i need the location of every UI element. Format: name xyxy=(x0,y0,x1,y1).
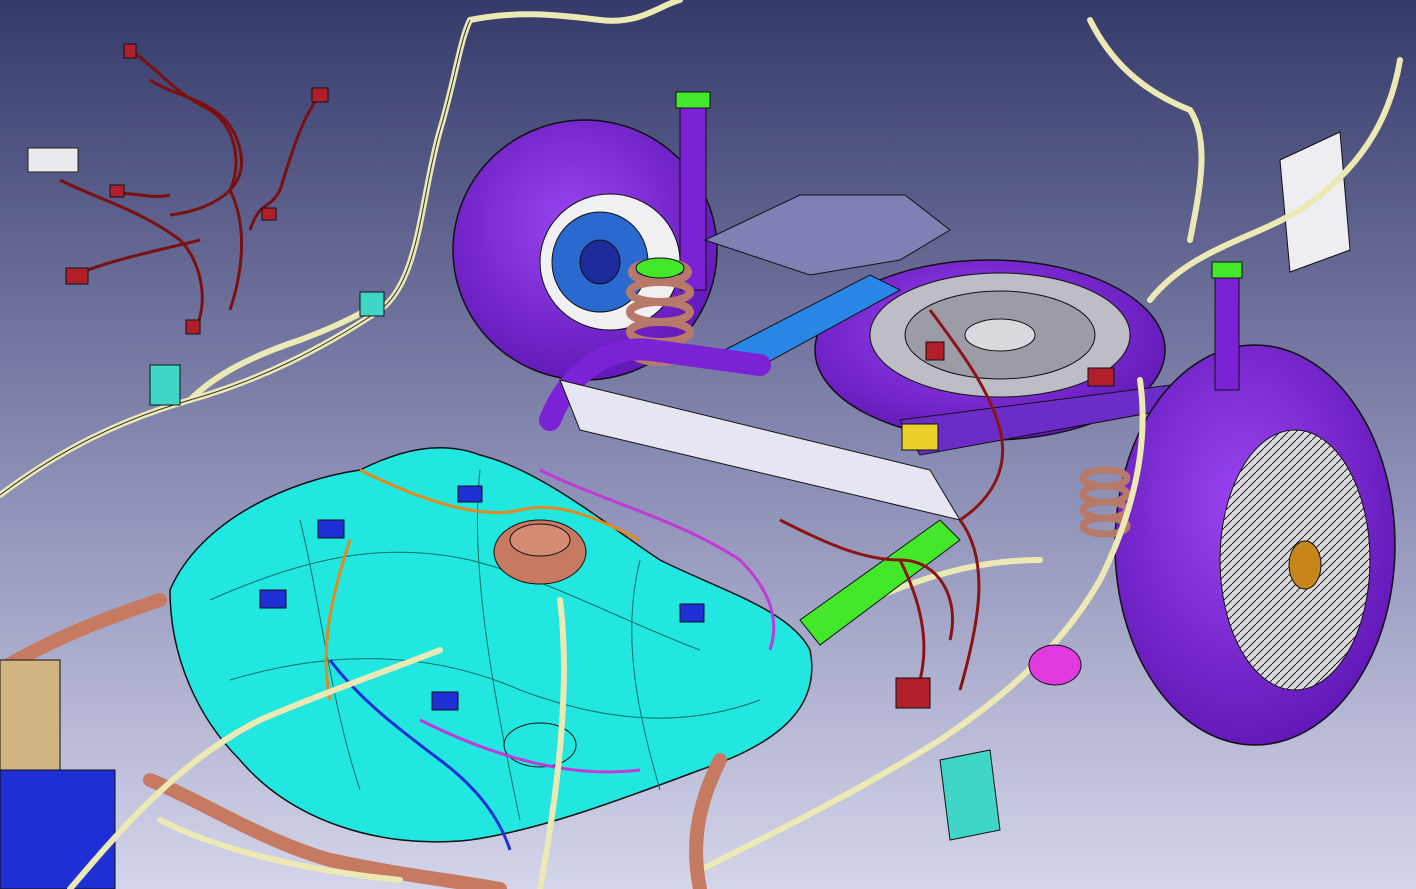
cad-3d-viewport[interactable] xyxy=(0,0,1416,889)
magenta-muffler xyxy=(1028,644,1082,686)
harness-bracket-bottom xyxy=(939,749,1001,841)
battery-block xyxy=(0,769,116,889)
left-shock-absorber[interactable] xyxy=(675,91,711,291)
spring-seat-top xyxy=(635,257,685,279)
rear-right-wheel[interactable] xyxy=(1114,344,1396,746)
yellow-bracket xyxy=(901,423,939,451)
connector-white xyxy=(27,147,79,173)
right-shock-absorber[interactable] xyxy=(1211,261,1243,391)
tan-bracket xyxy=(0,659,61,771)
fuel-pump-module-icon[interactable] xyxy=(493,519,587,585)
tank-lower-cap xyxy=(503,722,577,768)
assembly-view[interactable] xyxy=(0,0,1416,889)
